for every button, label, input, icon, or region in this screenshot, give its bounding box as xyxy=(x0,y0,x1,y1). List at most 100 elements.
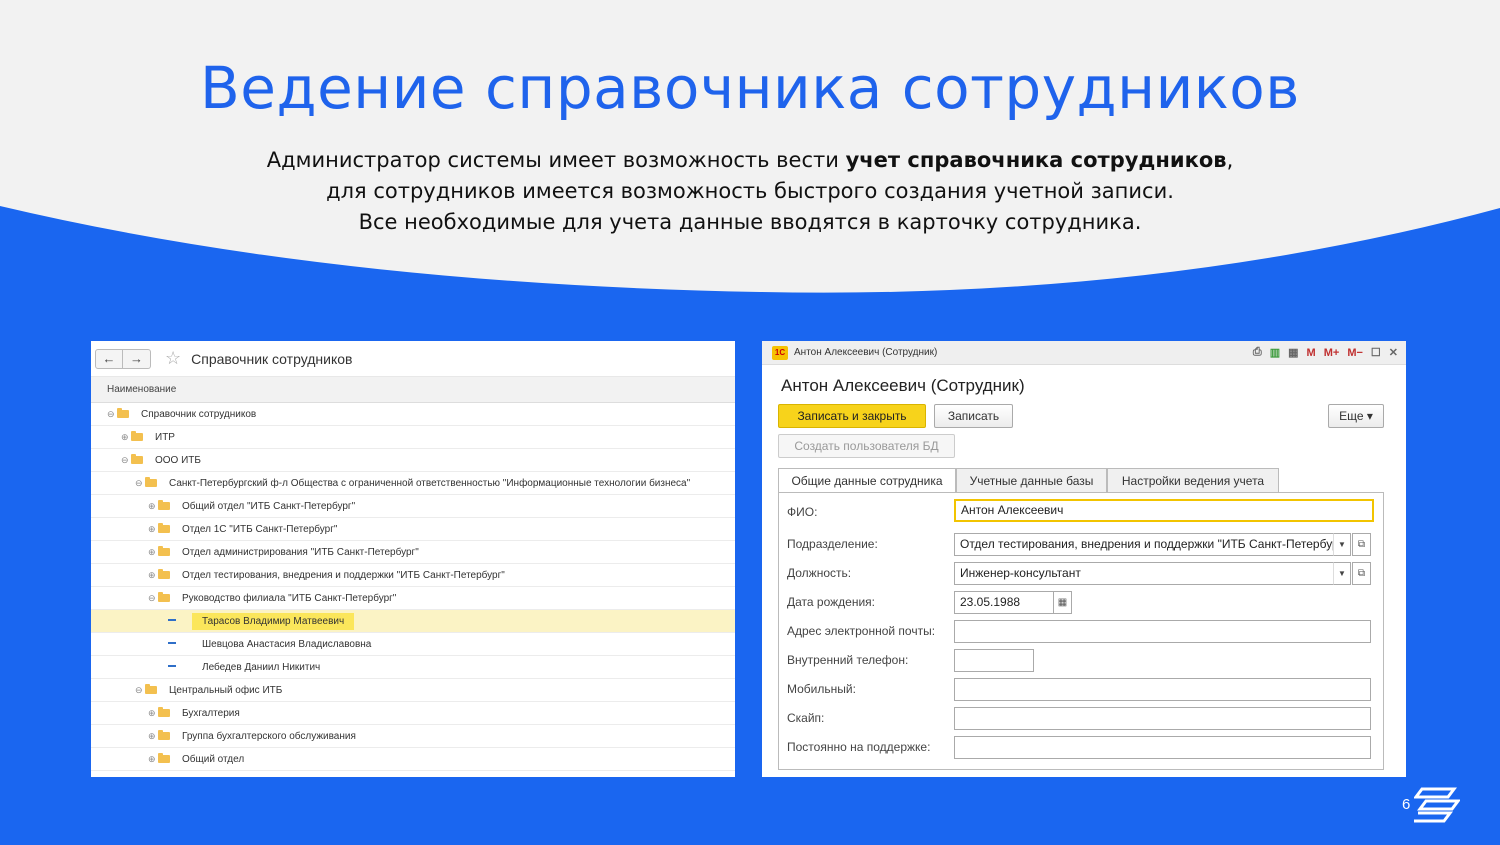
expand-icon[interactable]: ⊕ xyxy=(148,495,158,518)
tree-row-label: Группа бухгалтерского обслуживания xyxy=(182,731,356,742)
support-field[interactable] xyxy=(954,736,1371,759)
department-label: Подразделение: xyxy=(787,537,878,551)
fio-field[interactable]: Антон Алексеевич xyxy=(954,499,1374,522)
expand-icon[interactable]: ⊕ xyxy=(148,702,158,725)
expand-icon[interactable]: ⊕ xyxy=(148,748,158,771)
tree-row-label: Центральный офис ИТБ xyxy=(169,685,283,696)
employee-item-icon xyxy=(168,642,176,644)
email-label: Адрес электронной почты: xyxy=(787,624,936,638)
tree-folder-row[interactable]: ⊕ Отдел тестирования, внедрения и поддерж… xyxy=(91,564,735,587)
email-field[interactable] xyxy=(954,620,1371,643)
folder-icon xyxy=(145,477,157,487)
folder-icon xyxy=(158,546,170,556)
mobile-field[interactable] xyxy=(954,678,1371,701)
position-dropdown-icon[interactable]: ▼ xyxy=(1333,562,1351,585)
position-open-icon[interactable]: ⧉ xyxy=(1352,562,1371,585)
skype-field[interactable] xyxy=(954,707,1371,730)
app-logo-icon: 1С xyxy=(772,345,788,360)
collapse-icon[interactable]: ⊖ xyxy=(135,679,145,702)
department-open-icon[interactable]: ⧉ xyxy=(1352,533,1371,556)
expand-icon[interactable]: ⊕ xyxy=(148,518,158,541)
tree-row-label: Справочник сотрудников xyxy=(141,409,257,420)
tree-folder-row[interactable]: ⊖ ООО ИТБ xyxy=(91,449,735,472)
fio-label: ФИО: xyxy=(787,505,818,519)
tab-general-data[interactable]: Общие данные сотрудника xyxy=(778,468,956,493)
tree-employee-row[interactable]: Лебедев Даниил Никитич xyxy=(91,656,735,679)
support-label: Постоянно на поддержке: xyxy=(787,740,931,754)
slide-subtitle: Администратор системы имеет возможность … xyxy=(0,145,1500,238)
collapse-icon[interactable]: ⊖ xyxy=(148,587,158,610)
internal-phone-field[interactable] xyxy=(954,649,1034,672)
tree-row-label: Отдел тестирования, внедрения и поддержк… xyxy=(182,570,505,581)
maximize-icon[interactable]: ☐ xyxy=(1371,346,1381,359)
tree-employee-row[interactable]: Тарасов Владимир Матвеевич xyxy=(91,610,735,633)
memory-m-button[interactable]: M xyxy=(1307,347,1316,359)
window-title: Антон Алексеевич (Сотрудник) xyxy=(794,347,938,358)
employee-item-icon xyxy=(168,619,176,621)
more-button[interactable]: Еще ▾ xyxy=(1328,404,1384,428)
back-button[interactable]: ← xyxy=(95,348,123,369)
subtitle-line-2: для сотрудников имеется возможность быст… xyxy=(326,179,1174,203)
tree-row-label: Отдел 1С "ИТБ Санкт-Петербург" xyxy=(182,524,338,535)
tree-body: ⊖ Справочник сотрудников ⊕ ИТР ⊖ ООО ИТБ ⊖ Санк… xyxy=(91,403,735,771)
collapse-icon[interactable]: ⊖ xyxy=(121,449,131,472)
subtitle-text: , xyxy=(1226,148,1234,172)
birth-date-label: Дата рождения: xyxy=(787,595,875,609)
tree-folder-row[interactable]: ⊕ Группа бухгалтерского обслуживания xyxy=(91,725,735,748)
folder-icon xyxy=(158,592,170,602)
tree-folder-row[interactable]: ⊖ Центральный офис ИТБ xyxy=(91,679,735,702)
department-dropdown-icon[interactable]: ▼ xyxy=(1333,533,1351,556)
birth-date-field[interactable]: 23.05.1988 xyxy=(954,591,1054,614)
tree-folder-row[interactable]: ⊕ Отдел администрирования "ИТБ Санкт-Пете… xyxy=(91,541,735,564)
close-icon[interactable]: ✕ xyxy=(1389,346,1398,359)
tree-row-label: Шевцова Анастасия Владиславовна xyxy=(202,639,372,650)
tree-employee-row[interactable]: Шевцова Анастасия Владиславовна xyxy=(91,633,735,656)
tree-row-label: Тарасов Владимир Матвеевич xyxy=(192,613,355,630)
memory-plus-button[interactable]: M+ xyxy=(1324,347,1340,359)
folder-icon xyxy=(158,523,170,533)
tree-folder-row[interactable]: ⊖ Справочник сотрудников xyxy=(91,403,735,426)
expand-icon[interactable]: ⊕ xyxy=(148,564,158,587)
forward-button[interactable]: → xyxy=(123,348,151,369)
subtitle-line-1: Администратор системы имеет возможность … xyxy=(0,145,1500,176)
tree-row-label: Руководство филиала "ИТБ Санкт-Петербург… xyxy=(182,593,397,604)
tree-folder-row[interactable]: ⊕ Отдел 1С "ИТБ Санкт-Петербург" xyxy=(91,518,735,541)
table-icon[interactable]: ▥ xyxy=(1270,346,1280,359)
tree-row-label: ИТР xyxy=(155,432,175,443)
tree-row-label: Отдел администрирования "ИТБ Санкт-Петер… xyxy=(182,547,419,558)
collapse-icon[interactable]: ⊖ xyxy=(107,403,117,426)
tree-folder-row[interactable]: ⊕ Общий отдел xyxy=(91,748,735,771)
department-field[interactable]: Отдел тестирования, внедрения и поддержк… xyxy=(954,533,1334,556)
tree-folder-row[interactable]: ⊕ Бухгалтерия xyxy=(91,702,735,725)
tree-row-label: Санкт-Петербургский ф-л Общества с огран… xyxy=(169,478,691,489)
calendar-icon[interactable]: ▦ xyxy=(1288,346,1298,359)
folder-icon xyxy=(145,684,157,694)
calendar-picker-icon[interactable]: ▦ xyxy=(1053,591,1072,614)
list-title: Справочник сотрудников xyxy=(191,350,353,367)
folder-icon xyxy=(158,500,170,510)
tree-folder-row[interactable]: ⊕ ИТР xyxy=(91,426,735,449)
list-header: ← → ☆ Справочник сотрудников xyxy=(91,341,735,377)
tree-folder-row[interactable]: ⊖ Санкт-Петербургский ф-л Общества с огра… xyxy=(91,472,735,495)
position-field[interactable]: Инженер-консультант xyxy=(954,562,1334,585)
window-titlebar: 1С Антон Алексеевич (Сотрудник) ⎙ ▥ ▦ M … xyxy=(762,341,1406,365)
print-icon[interactable]: ⎙ xyxy=(1253,346,1262,359)
tree-folder-row[interactable]: ⊕ Общий отдел "ИТБ Санкт-Петербург" xyxy=(91,495,735,518)
column-header-name[interactable]: Наименование xyxy=(91,377,735,403)
employee-card-window: 1С Антон Алексеевич (Сотрудник) ⎙ ▥ ▦ M … xyxy=(762,341,1406,777)
tree-row-label: Лебедев Даниил Никитич xyxy=(202,662,321,673)
collapse-icon[interactable]: ⊖ xyxy=(135,472,145,495)
tree-folder-row[interactable]: ⊖ Руководство филиала "ИТБ Санкт-Петербур… xyxy=(91,587,735,610)
memory-minus-button[interactable]: M− xyxy=(1347,347,1363,359)
tab-account-data[interactable]: Учетные данные базы xyxy=(956,468,1107,492)
save-and-close-button[interactable]: Записать и закрыть xyxy=(778,404,926,428)
favorite-star-icon[interactable]: ☆ xyxy=(165,348,181,369)
create-db-user-button[interactable]: Создать пользователя БД xyxy=(778,434,955,458)
expand-icon[interactable]: ⊕ xyxy=(148,541,158,564)
folder-icon xyxy=(158,730,170,740)
tab-accounting-settings[interactable]: Настройки ведения учета xyxy=(1107,468,1279,492)
slide-title: Ведение справочника сотрудников xyxy=(200,54,1300,122)
expand-icon[interactable]: ⊕ xyxy=(148,725,158,748)
save-button[interactable]: Записать xyxy=(934,404,1013,428)
expand-icon[interactable]: ⊕ xyxy=(121,426,131,449)
